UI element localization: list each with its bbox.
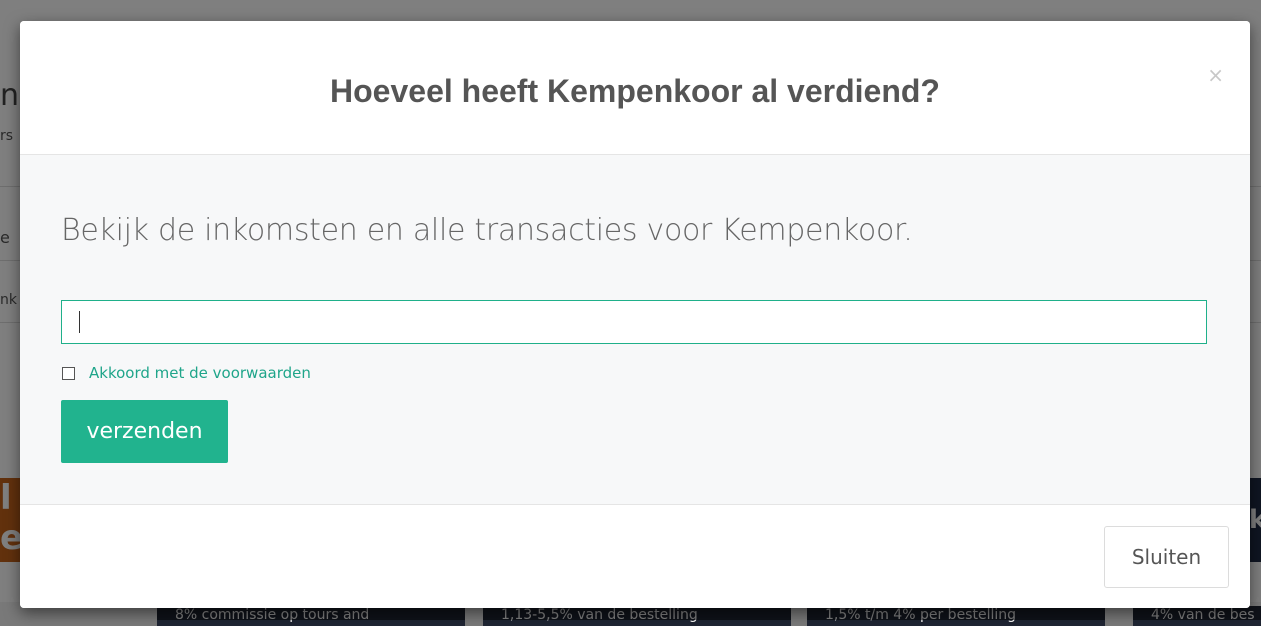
text-cursor <box>79 311 80 333</box>
modal-footer: Sluiten <box>20 504 1250 608</box>
earnings-modal: Hoeveel heeft Kempenkoor al verdiend? × … <box>20 21 1250 608</box>
submit-button[interactable]: verzenden <box>61 400 228 463</box>
modal-lead-text: Bekijk de inkomsten en alle transacties … <box>61 213 913 248</box>
modal-title: Hoeveel heeft Kempenkoor al verdiend? <box>330 73 940 109</box>
terms-link[interactable]: Akkoord met de voorwaarden <box>89 364 311 382</box>
terms-checkbox[interactable] <box>62 366 75 380</box>
modal-body: Bekijk de inkomsten en alle transacties … <box>20 155 1250 504</box>
close-icon[interactable]: × <box>1207 63 1224 87</box>
close-button[interactable]: Sluiten <box>1104 526 1229 588</box>
search-input[interactable] <box>61 300 1207 344</box>
terms-row: Akkoord met de voorwaarden <box>62 364 311 382</box>
modal-header: Hoeveel heeft Kempenkoor al verdiend? × <box>20 21 1250 155</box>
